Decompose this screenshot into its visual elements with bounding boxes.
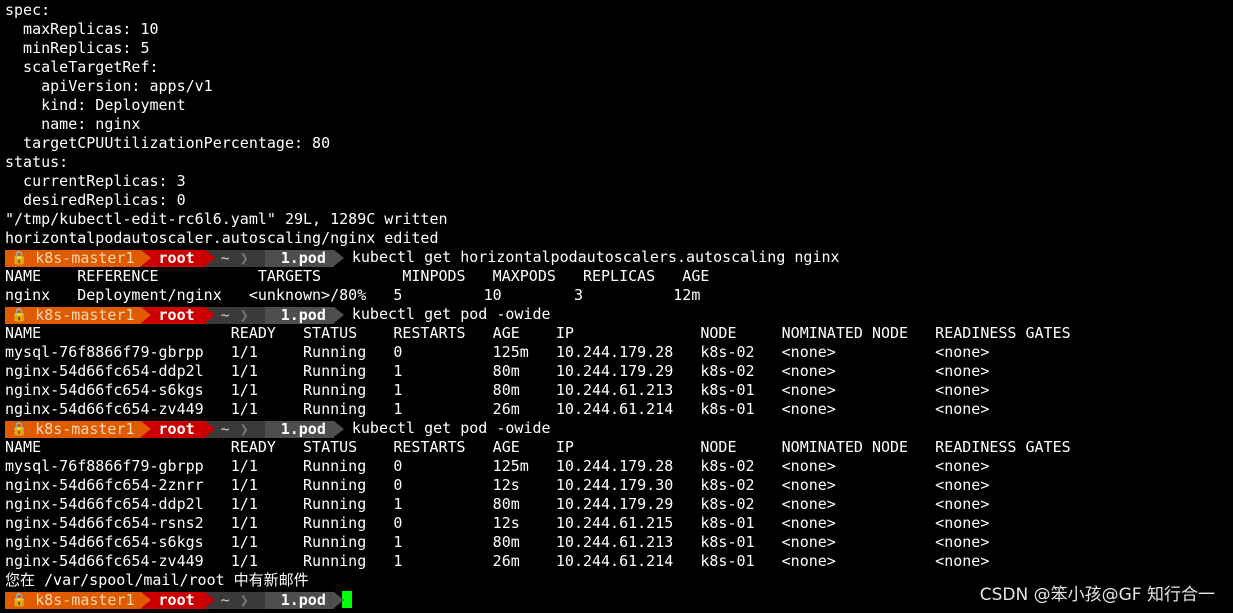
segment-arrow xyxy=(333,249,344,266)
output-line: "/tmp/kubectl-edit-rc6l6.yaml" 29L, 1289… xyxy=(5,210,448,228)
prompt-dir: ~ xyxy=(220,419,230,438)
chevron-right-icon: ❯ xyxy=(239,590,249,609)
prompt-host-segment: 🔒 k8s-master1 xyxy=(5,419,151,438)
segment-arrow xyxy=(333,591,344,608)
segment-arrow xyxy=(204,420,215,437)
prompt-dir: ~ xyxy=(220,248,230,267)
output-line: nginx-54d66fc654-s6kgs 1/1 Running 1 80m… xyxy=(5,533,990,551)
prompt-path-segment: 1.pod xyxy=(264,248,344,267)
chevron-right-icon: ❯ xyxy=(239,248,249,267)
segment-arrow xyxy=(204,306,215,323)
segment-arrow xyxy=(333,306,344,323)
prompt-user: root xyxy=(158,419,195,438)
chevron-right-icon: ❯ xyxy=(239,305,249,324)
output-line: NAME READY STATUS RESTARTS AGE IP NODE N… xyxy=(5,438,1071,456)
output-line: nginx-54d66fc654-zv449 1/1 Running 1 26m… xyxy=(5,552,990,570)
prompt-user: root xyxy=(158,248,195,267)
output-line: minReplicas: 5 xyxy=(5,39,150,57)
prompt-dir: ~ xyxy=(220,305,230,324)
command-text: kubectl get pod -owide xyxy=(351,419,551,437)
segment-arrow xyxy=(140,591,151,608)
prompt-host: k8s-master1 xyxy=(35,590,135,609)
lock-icon: 🔒 xyxy=(11,307,28,323)
prompt-dir: ~ xyxy=(220,590,230,609)
output-line: spec: xyxy=(5,1,51,19)
output-line: nginx-54d66fc654-zv449 1/1 Running 1 26m… xyxy=(5,400,990,418)
segment-arrow xyxy=(333,420,344,437)
output-line: desiredReplicas: 0 xyxy=(5,191,186,209)
output-line: mysql-76f8866f79-gbrpp 1/1 Running 0 125… xyxy=(5,457,990,475)
chevron-right-icon: ❯ xyxy=(239,419,249,438)
command-text: kubectl get pod -owide xyxy=(351,305,551,323)
prompt-host-segment: 🔒 k8s-master1 xyxy=(5,248,151,267)
output-line: apiVersion: apps/v1 xyxy=(5,77,213,95)
output-line: maxReplicas: 10 xyxy=(5,20,159,38)
prompt-host-segment: 🔒 k8s-master1 xyxy=(5,590,151,609)
output-line: targetCPUUtilizationPercentage: 80 xyxy=(5,134,331,152)
prompt-path-segment: 1.pod xyxy=(264,590,344,609)
lock-icon: 🔒 xyxy=(11,250,28,266)
segment-arrow xyxy=(140,420,151,437)
shell-prompt: 🔒 k8s-master1 root ~ ❯ 1.pod kubectl get pod -… xyxy=(5,419,1233,438)
prompt-path: 1.pod xyxy=(280,248,326,267)
output-line: horizontalpodautoscaler.autoscaling/ngin… xyxy=(5,229,439,247)
command-text: kubectl get horizontalpodautoscalers.aut… xyxy=(351,248,840,266)
prompt-user: root xyxy=(158,590,195,609)
prompt-path: 1.pod xyxy=(280,305,326,324)
prompt-path: 1.pod xyxy=(280,419,326,438)
prompt-user: root xyxy=(158,305,195,324)
output-line: kind: Deployment xyxy=(5,96,186,114)
output-line: status: xyxy=(5,153,69,171)
terminal-window[interactable]: spec: maxReplicas: 10 minReplicas: 5 sca… xyxy=(5,0,1233,609)
shell-prompt: 🔒 k8s-master1 root ~ ❯ 1.pod kubectl get horiz… xyxy=(5,248,1233,267)
output-line: nginx-54d66fc654-2znrr 1/1 Running 0 12s… xyxy=(5,476,990,494)
segment-arrow xyxy=(140,306,151,323)
output-line: nginx-54d66fc654-s6kgs 1/1 Running 1 80m… xyxy=(5,381,990,399)
prompt-host: k8s-master1 xyxy=(35,248,135,267)
output-line: nginx-54d66fc654-ddp2l 1/1 Running 1 80m… xyxy=(5,495,990,513)
prompt-host: k8s-master1 xyxy=(35,419,135,438)
lock-icon: 🔒 xyxy=(11,421,28,437)
output-line: NAME REFERENCE TARGETS MINPODS MAXPODS R… xyxy=(5,267,710,285)
watermark: CSDN @笨小孩@GF 知行合一 xyxy=(979,585,1215,605)
output-line: nginx-54d66fc654-ddp2l 1/1 Running 1 80m… xyxy=(5,362,990,380)
output-line: NAME READY STATUS RESTARTS AGE IP NODE N… xyxy=(5,324,1071,342)
prompt-path-segment: 1.pod xyxy=(264,419,344,438)
output-line: mysql-76f8866f79-gbrpp 1/1 Running 0 125… xyxy=(5,343,990,361)
segment-arrow xyxy=(204,249,215,266)
output-line: scaleTargetRef: xyxy=(5,58,159,76)
prompt-path-segment: 1.pod xyxy=(264,305,344,324)
output-line: nginx-54d66fc654-rsns2 1/1 Running 0 12s… xyxy=(5,514,990,532)
output-line: name: nginx xyxy=(5,115,141,133)
shell-prompt: 🔒 k8s-master1 root ~ ❯ 1.pod kubectl get pod -… xyxy=(5,305,1233,324)
output-line: nginx Deployment/nginx <unknown>/80% 5 1… xyxy=(5,286,701,304)
segment-arrow xyxy=(204,591,215,608)
segment-arrow xyxy=(140,249,151,266)
prompt-host: k8s-master1 xyxy=(35,305,135,324)
prompt-host-segment: 🔒 k8s-master1 xyxy=(5,305,151,324)
output-line: currentReplicas: 3 xyxy=(5,172,186,190)
lock-icon: 🔒 xyxy=(11,592,28,608)
prompt-path: 1.pod xyxy=(280,590,326,609)
